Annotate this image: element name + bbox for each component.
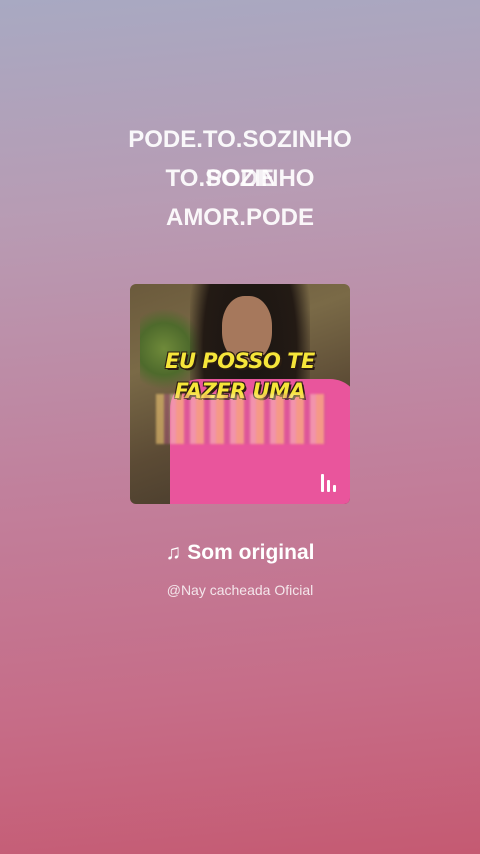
- lyric-text-3: AMOR.PODE: [165, 204, 314, 231]
- lyric-line-3: AMOR.PODE: [0, 198, 480, 237]
- equalizer-bars-icon: [321, 474, 336, 492]
- lyric-text-2b: PODE: [205, 165, 274, 192]
- lyric-line-2: TO.SOZINHO PODE: [0, 159, 480, 198]
- lyric-text-1: PODE.TO.SOZINHO: [128, 126, 352, 153]
- track-title[interactable]: ♫ Som original: [0, 541, 480, 565]
- cover-caption-line-1: EU POSSO TE: [165, 349, 315, 373]
- cover-glitch-overlay: [156, 394, 326, 444]
- track-artist[interactable]: @Nay cacheada Oficial: [0, 582, 480, 598]
- album-cover[interactable]: EU POSSO TE FAZER UMA: [130, 284, 350, 504]
- lyrics-overlay: PODE.TO.SOZINHO TO.SOZINHO PODE AMOR.POD…: [0, 120, 480, 237]
- music-note-icon: ♫: [165, 541, 182, 564]
- lyric-line-1: PODE.TO.SOZINHO: [0, 120, 480, 159]
- track-title-text: Som original: [187, 541, 315, 564]
